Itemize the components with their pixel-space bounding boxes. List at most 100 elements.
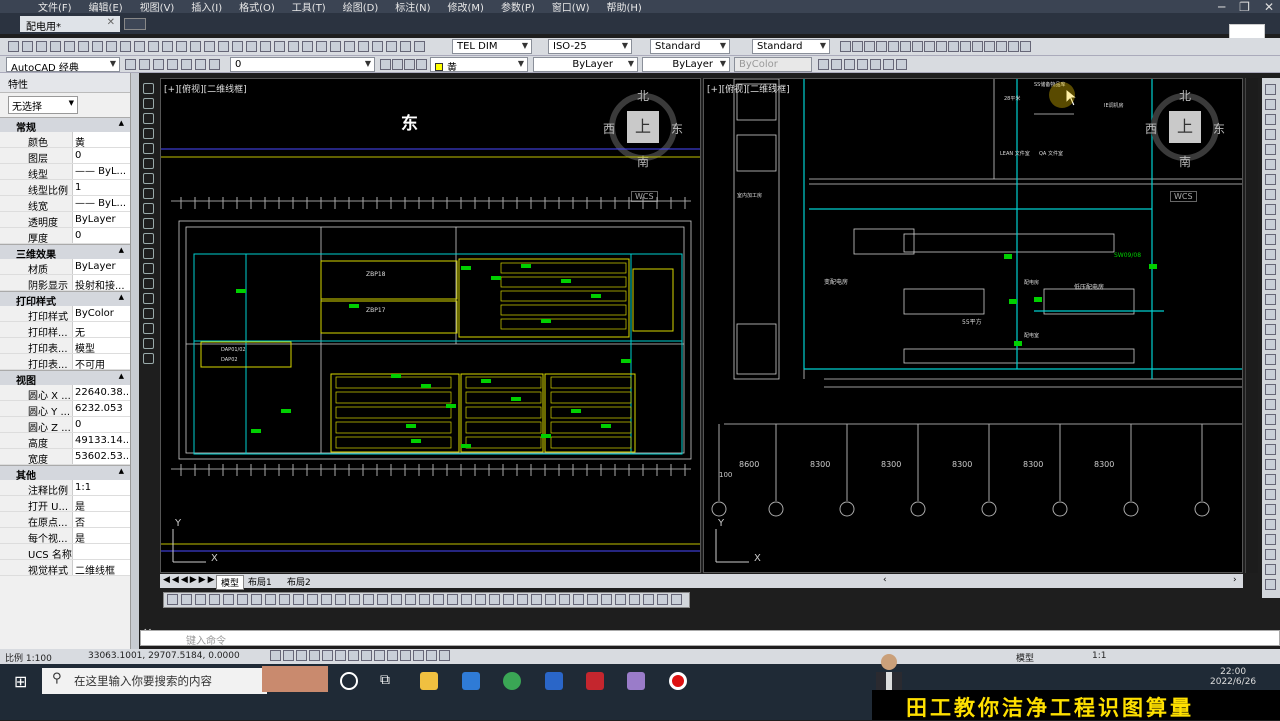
toolbar-button-icon[interactable]	[876, 41, 887, 52]
menu-item[interactable]: 绘图(D)	[343, 0, 379, 14]
modify-tool-icon[interactable]	[1265, 399, 1276, 410]
toolbar-button-icon[interactable]	[900, 41, 911, 52]
dimension-tool-icon[interactable]	[349, 594, 360, 605]
property-value[interactable]: 49133.14...	[72, 433, 130, 448]
new-tab-button[interactable]	[124, 18, 146, 30]
toolbar-button-icon[interactable]	[392, 59, 403, 70]
draw-tool-icon[interactable]	[143, 143, 154, 154]
dimension-tool-icon[interactable]	[223, 594, 234, 605]
viewport-label[interactable]: [+][俯视][二维线框]	[707, 82, 790, 95]
model-toggle[interactable]: 模型	[1016, 651, 1034, 664]
tab-layout2[interactable]: 布局2	[287, 575, 311, 588]
toolbar-button-icon[interactable]	[218, 41, 229, 52]
menu-item[interactable]: 视图(V)	[140, 0, 175, 14]
autocad-icon[interactable]	[586, 672, 604, 690]
toolbar-button-icon[interactable]	[896, 59, 907, 70]
store-icon[interactable]	[462, 672, 480, 690]
toolbar-button-icon[interactable]	[106, 41, 117, 52]
dimension-tool-icon[interactable]	[419, 594, 430, 605]
menu-item[interactable]: 窗口(W)	[552, 0, 590, 14]
modify-tool-icon[interactable]	[1265, 174, 1276, 185]
cortana-icon[interactable]	[340, 672, 358, 690]
dimension-tool-icon[interactable]	[251, 594, 262, 605]
dimension-tool-icon[interactable]	[181, 594, 192, 605]
property-value[interactable]: 0	[72, 417, 130, 432]
toolbar-button-icon[interactable]	[852, 41, 863, 52]
toolbar-button-icon[interactable]	[162, 41, 173, 52]
menu-item[interactable]: 格式(O)	[239, 0, 275, 14]
modify-tool-icon[interactable]	[1265, 354, 1276, 365]
property-row[interactable]: 阴影显示 投射和接...	[0, 275, 130, 291]
toolbar-button-icon[interactable]	[400, 41, 411, 52]
property-row[interactable]: 图层 0	[0, 148, 130, 164]
modify-tool-icon[interactable]	[1265, 489, 1276, 500]
toolbar-button-icon[interactable]	[204, 41, 215, 52]
close-icon[interactable]: ✕	[107, 17, 115, 28]
toolbar-button-icon[interactable]	[912, 41, 923, 52]
toolbar-button-icon[interactable]	[1020, 41, 1031, 52]
modify-tool-icon[interactable]	[1265, 564, 1276, 575]
menu-item[interactable]: 插入(I)	[191, 0, 222, 14]
draw-tool-icon[interactable]	[143, 293, 154, 304]
draw-tool-icon[interactable]	[143, 338, 154, 349]
status-toggle-icon[interactable]	[426, 650, 437, 661]
file-explorer-icon[interactable]	[420, 672, 438, 690]
section-header[interactable]: 常规	[0, 117, 130, 134]
workspace-select[interactable]: AutoCAD 经典 ▼	[6, 57, 120, 72]
property-value[interactable]: ByColor	[72, 306, 130, 321]
modify-tool-icon[interactable]	[1265, 234, 1276, 245]
windows-start-icon[interactable]: ⊞	[14, 672, 27, 691]
status-toggle-icon[interactable]	[270, 650, 281, 661]
property-value[interactable]: 无	[72, 322, 130, 337]
property-row[interactable]: 线型比例 1	[0, 180, 130, 196]
toolbar-button-icon[interactable]	[870, 59, 881, 70]
document-tab[interactable]: 配电用* ✕	[20, 16, 120, 33]
property-row[interactable]: 打印样... 无	[0, 322, 130, 338]
dimension-tool-icon[interactable]	[643, 594, 654, 605]
menu-item[interactable]: 修改(M)	[448, 0, 484, 14]
section-header[interactable]: 打印样式	[0, 291, 130, 308]
dimension-tool-icon[interactable]	[531, 594, 542, 605]
tab-nav-arrows[interactable]: ◀◀◀▶▶▶	[163, 575, 217, 585]
toolbar-button-icon[interactable]	[386, 41, 397, 52]
draw-tool-icon[interactable]	[143, 173, 154, 184]
toolbar-button-icon[interactable]	[844, 59, 855, 70]
toolbar-button-icon[interactable]	[153, 59, 164, 70]
toolbar-button-icon[interactable]	[232, 41, 243, 52]
menu-item[interactable]: 参数(P)	[501, 0, 535, 14]
toolbar-button-icon[interactable]	[818, 59, 829, 70]
property-value[interactable]: 22640.38...	[72, 385, 130, 400]
dimension-tool-icon[interactable]	[503, 594, 514, 605]
property-row[interactable]: 高度 49133.14...	[0, 433, 130, 449]
task-view-icon[interactable]: ⧉	[380, 672, 398, 690]
annotation-scale[interactable]: 1:1	[1092, 651, 1106, 661]
draw-tool-icon[interactable]	[143, 128, 154, 139]
color-select[interactable]: 黄 ▼	[430, 57, 528, 72]
dimension-tool-icon[interactable]	[573, 594, 584, 605]
modify-tool-icon[interactable]	[1265, 189, 1276, 200]
toolbar-button-icon[interactable]	[380, 59, 391, 70]
dimension-tool-icon[interactable]	[559, 594, 570, 605]
toolbar-button-icon[interactable]	[831, 59, 842, 70]
property-value[interactable]: 黄	[72, 132, 130, 147]
hscroll-right-icon[interactable]: ›	[1233, 575, 1237, 585]
modify-tool-icon[interactable]	[1265, 504, 1276, 515]
modify-tool-icon[interactable]	[1265, 129, 1276, 140]
property-row[interactable]: 打印表... 不可用	[0, 354, 130, 370]
modify-tool-icon[interactable]	[1265, 519, 1276, 530]
modify-tool-icon[interactable]	[1265, 159, 1276, 170]
toolbar-button-icon[interactable]	[64, 41, 75, 52]
modify-tool-icon[interactable]	[1265, 534, 1276, 545]
lineweight-select[interactable]: ByLayer ▼	[642, 57, 730, 72]
toolbar-button-icon[interactable]	[167, 59, 178, 70]
property-value[interactable]: 模型	[72, 338, 130, 353]
word-icon[interactable]	[545, 672, 563, 690]
modify-tool-icon[interactable]	[1265, 474, 1276, 485]
property-value[interactable]: 6232.053	[72, 401, 130, 416]
layer-select[interactable]: 0 ▼	[230, 57, 375, 72]
toolbar-button-icon[interactable]	[139, 59, 150, 70]
toolbar-button-icon[interactable]	[358, 41, 369, 52]
status-toggle-icon[interactable]	[413, 650, 424, 661]
selection-select[interactable]: 无选择 ▼	[8, 96, 78, 114]
draw-tool-icon[interactable]	[143, 323, 154, 334]
